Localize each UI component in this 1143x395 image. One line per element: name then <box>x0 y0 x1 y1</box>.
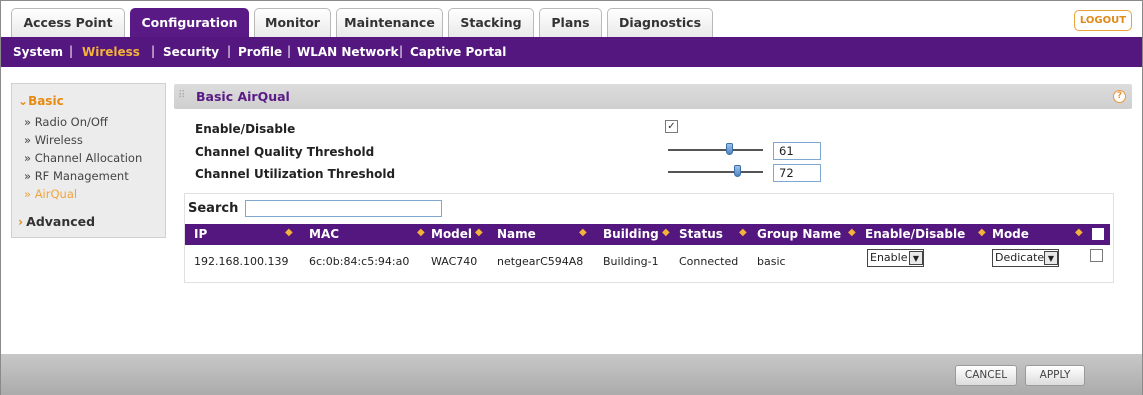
channel-quality-threshold-label: Channel Quality Threshold <box>195 145 375 159</box>
cell-name: netgearC594A8 <box>497 255 584 268</box>
header-group-name[interactable]: Group Name <box>757 227 841 241</box>
header-ip[interactable]: IP <box>194 227 207 241</box>
header-name[interactable]: Name <box>497 227 536 241</box>
enable-disable-label: Enable/Disable <box>195 122 296 136</box>
mode-value: Dedicated <box>995 251 1052 264</box>
leftnav-basic-header[interactable]: ⌄Basic <box>18 94 64 108</box>
panel-title: Basic AirQual <box>196 89 290 104</box>
sort-icon[interactable]: ◆ <box>285 227 293 238</box>
apply-button[interactable]: APPLY <box>1025 365 1085 386</box>
select-all-checkbox[interactable] <box>1092 228 1104 240</box>
cell-model: WAC740 <box>431 255 478 268</box>
header-mac[interactable]: MAC <box>309 227 339 241</box>
enable-disable-value: Enable <box>870 251 908 264</box>
leftnav-advanced-header[interactable]: › Advanced <box>18 214 95 229</box>
left-navigation: ⌄Basic » Radio On/Off » Wireless » Chann… <box>11 83 166 238</box>
leftnav-item-airqual[interactable]: » AirQual <box>24 187 77 201</box>
leftnav-item-wireless[interactable]: » Wireless <box>24 133 83 147</box>
channel-utilization-input[interactable]: 72 <box>773 164 821 182</box>
cell-status: Connected <box>679 255 739 268</box>
header-model[interactable]: Model <box>431 227 472 241</box>
subnav-separator: | <box>399 44 404 58</box>
channel-quality-slider-track[interactable] <box>668 149 763 151</box>
cell-mac: 6c:0b:84:c5:94:a0 <box>309 255 410 268</box>
enable-disable-select[interactable]: Enable ▼ <box>867 249 924 267</box>
leftnav-item-radio-on-off[interactable]: » Radio On/Off <box>24 115 108 129</box>
sort-icon[interactable]: ◆ <box>1075 227 1083 238</box>
sort-icon[interactable]: ◆ <box>739 227 747 238</box>
subnav-security[interactable]: Security <box>163 45 219 59</box>
cell-ip: 192.168.100.139 <box>194 255 289 268</box>
panel-header: ⠿ Basic AirQual ? <box>174 84 1132 109</box>
chevron-down-icon[interactable]: ▼ <box>909 251 923 265</box>
subnav-separator: | <box>69 44 74 58</box>
chevron-down-icon[interactable]: ▼ <box>1044 251 1058 265</box>
tab-stacking[interactable]: Stacking <box>448 8 534 37</box>
channel-utilization-threshold-label: Channel Utilization Threshold <box>195 167 396 181</box>
sort-icon[interactable]: ◆ <box>475 227 483 238</box>
enable-airqual-checkbox[interactable]: ✓ <box>665 120 678 133</box>
channel-quality-input[interactable]: 61 <box>773 142 821 160</box>
subnav-profile[interactable]: Profile <box>238 45 282 59</box>
search-input[interactable] <box>245 200 442 217</box>
channel-utilization-slider-thumb[interactable] <box>734 165 741 177</box>
leftnav-item-rf-management[interactable]: » RF Management <box>24 169 129 183</box>
subnav-wireless[interactable]: Wireless <box>82 45 140 59</box>
subnav-captive-portal[interactable]: Captive Portal <box>410 45 506 59</box>
tab-diagnostics[interactable]: Diagnostics <box>607 8 713 37</box>
row-select-checkbox[interactable] <box>1090 249 1103 262</box>
grip-icon: ⠿ <box>178 90 186 101</box>
chevron-down-icon: ⌄ <box>18 94 29 108</box>
table-header: IP ◆ MAC ◆ Model ◆ Name ◆ Building ◆ Sta… <box>185 224 1110 245</box>
header-building[interactable]: Building <box>603 227 659 241</box>
sort-icon[interactable]: ◆ <box>417 227 425 238</box>
sub-navigation: System | Wireless | Security | Profile |… <box>1 37 1142 67</box>
sort-icon[interactable]: ◆ <box>848 227 856 238</box>
tab-configuration[interactable]: Configuration <box>130 8 249 38</box>
tab-plans[interactable]: Plans <box>539 8 602 37</box>
top-tab-bar: Access Point Configuration Monitor Maint… <box>1 1 1142 38</box>
header-status[interactable]: Status <box>679 227 723 241</box>
help-icon[interactable]: ? <box>1113 90 1126 103</box>
subnav-separator: | <box>151 44 156 58</box>
subnav-wlan-network[interactable]: WLAN Network <box>297 45 399 59</box>
mode-select[interactable]: Dedicated ▼ <box>992 249 1059 267</box>
sort-icon[interactable]: ◆ <box>579 227 587 238</box>
sort-icon[interactable]: ◆ <box>978 227 986 238</box>
chevron-right-icon: › <box>18 214 24 229</box>
sort-icon[interactable]: ◆ <box>662 227 670 238</box>
tab-monitor[interactable]: Monitor <box>254 8 331 37</box>
subnav-system[interactable]: System <box>13 45 63 59</box>
tab-access-point[interactable]: Access Point <box>11 8 125 37</box>
header-enable-disable[interactable]: Enable/Disable <box>865 227 965 241</box>
cell-group-name: basic <box>757 255 786 268</box>
subnav-separator: | <box>287 44 292 58</box>
cell-building: Building-1 <box>603 255 659 268</box>
app-frame: Access Point Configuration Monitor Maint… <box>0 0 1143 395</box>
logout-button[interactable]: LOGOUT <box>1074 10 1132 31</box>
channel-quality-slider-thumb[interactable] <box>726 143 733 155</box>
subnav-separator: | <box>227 44 232 58</box>
cancel-button[interactable]: CANCEL <box>955 365 1017 386</box>
checkmark-icon: ✓ <box>667 121 676 132</box>
channel-utilization-slider-track[interactable] <box>668 171 763 173</box>
header-mode[interactable]: Mode <box>992 227 1029 241</box>
search-label: Search <box>188 201 239 216</box>
tab-maintenance[interactable]: Maintenance <box>336 8 443 37</box>
leftnav-item-channel-allocation[interactable]: » Channel Allocation <box>24 151 142 165</box>
